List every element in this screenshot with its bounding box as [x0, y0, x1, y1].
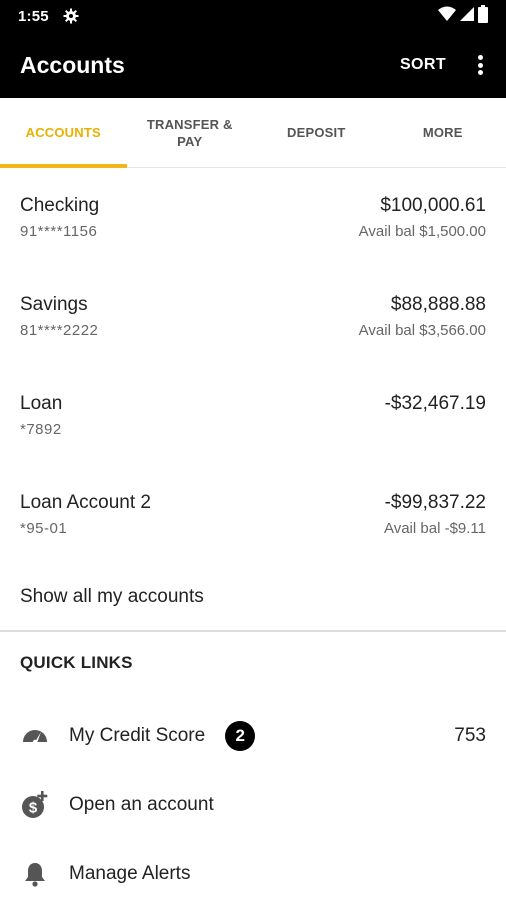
account-name: Loan Account 2: [20, 492, 151, 513]
account-balance: $88,888.88: [390, 294, 486, 315]
accounts-list: Checking 91****1156 $100,000.61 Avail ba…: [0, 169, 506, 565]
tab-deposit[interactable]: DEPOSIT: [253, 98, 380, 167]
wifi-icon: [438, 6, 456, 27]
tab-accounts[interactable]: ACCOUNTS: [0, 98, 127, 168]
account-name: Savings: [20, 294, 88, 315]
more-vert-icon[interactable]: [474, 53, 486, 77]
gear-icon: [63, 8, 79, 24]
account-number: 81****2222: [20, 322, 99, 339]
bell-icon: [20, 859, 50, 889]
sort-button[interactable]: SORT: [400, 56, 446, 74]
quick-links-header: QUICK LINKS: [20, 653, 133, 672]
account-number: *95-01: [20, 520, 68, 537]
page-title: Accounts: [20, 51, 125, 78]
show-all-accounts-link[interactable]: Show all my accounts: [20, 586, 204, 608]
quick-link-label: My Credit Score: [69, 725, 206, 746]
tab-bar: ACCOUNTS TRANSFER & PAY DEPOSIT MORE: [0, 98, 506, 168]
account-row-savings[interactable]: Savings 81****2222 $88,888.88 Avail bal …: [0, 268, 506, 367]
quick-link-label: Open an account: [69, 794, 214, 815]
account-available-balance: Avail bal -$9.11: [383, 520, 486, 537]
account-balance: -$32,467.19: [384, 393, 486, 414]
tab-transfer-pay[interactable]: TRANSFER & PAY: [127, 98, 254, 167]
account-balance: $100,000.61: [380, 195, 486, 216]
account-name: Loan: [20, 393, 63, 414]
account-row-checking[interactable]: Checking 91****1156 $100,000.61 Avail ba…: [0, 169, 506, 268]
account-number: 91****1156: [20, 223, 98, 240]
account-available-balance: Avail bal $1,500.00: [358, 223, 486, 240]
tab-more[interactable]: MORE: [380, 98, 506, 167]
status-bar: 1:55: [0, 0, 506, 32]
quick-link-label: Manage Alerts: [69, 863, 191, 884]
quick-link-credit-score[interactable]: My Credit Score 2 753: [0, 706, 506, 766]
notification-badge: 2: [225, 721, 256, 751]
svg-text:$: $: [29, 800, 38, 817]
divider: [0, 630, 506, 632]
account-name: Checking: [20, 195, 100, 216]
quick-link-manage-alerts[interactable]: Manage Alerts: [0, 844, 506, 900]
app-bar: Accounts SORT: [0, 32, 506, 98]
account-row-loan[interactable]: Loan *7892 -$32,467.19: [0, 367, 506, 466]
account-balance: -$99,837.22: [384, 492, 486, 513]
cell-signal-icon: [460, 6, 474, 27]
speedometer-icon: [20, 721, 50, 751]
credit-score-value: 753: [454, 725, 486, 746]
account-row-loan-account-2[interactable]: Loan Account 2 *95-01 -$99,837.22 Avail …: [0, 466, 506, 565]
status-time: 1:55: [18, 7, 49, 25]
account-available-balance: Avail bal $3,566.00: [358, 322, 486, 339]
tab-transfer-pay-label: TRANSFER & PAY: [146, 116, 233, 149]
account-number: *7892: [20, 421, 62, 438]
dollar-add-icon: $: [20, 790, 50, 820]
quick-link-open-account[interactable]: $ Open an account: [0, 775, 506, 835]
battery-icon: [478, 4, 488, 28]
